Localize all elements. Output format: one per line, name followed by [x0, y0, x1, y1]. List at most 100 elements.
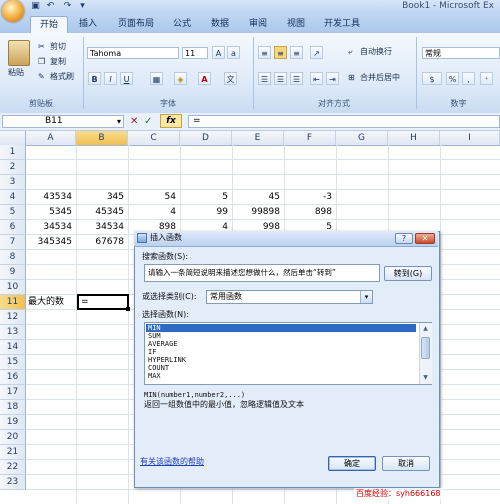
row-header-23[interactable]: 23 — [0, 475, 26, 490]
cell-e5[interactable]: 99898 — [232, 205, 284, 220]
format-painter-button[interactable]: 格式刷 — [50, 71, 74, 83]
customize-qat-icon[interactable]: ▾ — [77, 1, 88, 12]
cancel-formula-icon[interactable]: ✕ — [130, 115, 138, 128]
cell-e4[interactable]: 45 — [232, 190, 284, 205]
row-header-14[interactable]: 14 — [0, 340, 26, 355]
function-list-item[interactable]: MAX — [146, 372, 416, 380]
row-header-2[interactable]: 2 — [0, 160, 26, 175]
tab-home[interactable]: 开始 — [30, 16, 68, 33]
function-list-item[interactable]: HYPERLINK — [146, 356, 416, 364]
row-header-8[interactable]: 8 — [0, 250, 26, 265]
row-header-3[interactable]: 3 — [0, 175, 26, 190]
cell-b5[interactable]: 45345 — [76, 205, 128, 220]
row-header-21[interactable]: 21 — [0, 445, 26, 460]
percent-button[interactable]: % — [446, 72, 459, 85]
save-icon[interactable]: ▣ — [30, 1, 41, 12]
column-header-a[interactable]: A — [26, 131, 76, 145]
scroll-up-icon[interactable]: ▲ — [421, 325, 430, 333]
orientation-icon[interactable]: ↗ — [310, 46, 323, 59]
fill-color-icon[interactable]: ◈ — [174, 72, 187, 85]
row-header-13[interactable]: 13 — [0, 325, 26, 340]
function-list-item[interactable]: IF — [146, 348, 416, 356]
row-header-12[interactable]: 12 — [0, 310, 26, 325]
cell-d5[interactable]: 99 — [180, 205, 232, 220]
font-name-select[interactable]: Tahoma — [87, 47, 179, 59]
wrap-text-button[interactable]: 自动换行 — [360, 46, 392, 58]
row-header-6[interactable]: 6 — [0, 220, 26, 235]
paste-button[interactable]: 粘贴 — [8, 67, 24, 79]
row-header-11[interactable]: 11 — [0, 295, 26, 310]
number-format-select[interactable]: 常规 — [422, 47, 500, 59]
chevron-down-icon[interactable]: ▾ — [117, 116, 121, 127]
formula-input[interactable]: = — [188, 115, 500, 128]
align-center-icon[interactable]: ☰ — [274, 72, 287, 85]
cell-b7[interactable]: 67678 — [76, 235, 128, 250]
tab-page-layout[interactable]: 页面布局 — [110, 16, 162, 32]
merge-center-icon[interactable]: ⊞ — [348, 72, 355, 84]
column-header-i[interactable]: I — [440, 131, 500, 145]
tab-view[interactable]: 视图 — [280, 16, 312, 32]
cell-a6[interactable]: 34534 — [26, 220, 76, 235]
underline-button[interactable]: U — [120, 72, 133, 85]
tab-data[interactable]: 数据 — [204, 16, 236, 32]
phonetic-icon[interactable]: 文 — [224, 72, 237, 85]
decrease-indent-icon[interactable]: ⇤ — [310, 72, 323, 85]
row-header-22[interactable]: 22 — [0, 460, 26, 475]
cell-c5[interactable]: 4 — [128, 205, 180, 220]
fill-handle[interactable] — [126, 307, 130, 311]
enter-formula-icon[interactable]: ✓ — [144, 115, 152, 128]
function-list-item[interactable]: SUM — [146, 332, 416, 340]
function-list-item[interactable]: AVERAGE — [146, 340, 416, 348]
copy-button[interactable]: 复制 — [50, 56, 66, 68]
font-size-select[interactable]: 11 — [182, 47, 208, 59]
align-middle-icon[interactable]: ≡ — [274, 46, 287, 59]
name-box[interactable]: B11 ▾ — [2, 115, 124, 128]
redo-icon[interactable]: ↷ — [62, 1, 73, 12]
help-icon[interactable]: ? — [395, 233, 413, 244]
format-painter-icon[interactable]: ✎ — [38, 71, 45, 83]
align-right-icon[interactable]: ☰ — [290, 72, 303, 85]
row-header-10[interactable]: 10 — [0, 280, 26, 295]
row-header-16[interactable]: 16 — [0, 370, 26, 385]
row-header-20[interactable]: 20 — [0, 430, 26, 445]
cell-d4[interactable]: 5 — [180, 190, 232, 205]
align-bottom-icon[interactable]: ≡ — [290, 46, 303, 59]
currency-icon[interactable]: $ — [422, 72, 442, 85]
column-header-d[interactable]: D — [180, 131, 232, 145]
row-header-18[interactable]: 18 — [0, 400, 26, 415]
shrink-font-icon[interactable]: a — [227, 46, 240, 59]
search-function-input[interactable]: 请输入一条简短说明来描述您想做什么，然后单击“转到” — [144, 264, 380, 282]
function-list-item[interactable]: COUNT — [146, 364, 416, 372]
row-header-5[interactable]: 5 — [0, 205, 26, 220]
cell-a7[interactable]: 345345 — [26, 235, 76, 250]
function-help-link[interactable]: 有关该函数的帮助 — [140, 456, 204, 468]
cell-c4[interactable]: 54 — [128, 190, 180, 205]
cut-button[interactable]: 剪切 — [50, 41, 66, 53]
function-list-item-min[interactable]: MIN — [146, 324, 416, 332]
row-header-15[interactable]: 15 — [0, 355, 26, 370]
column-header-f[interactable]: F — [284, 131, 336, 145]
cell-b4[interactable]: 345 — [76, 190, 128, 205]
column-header-g[interactable]: G — [336, 131, 388, 145]
function-list-scrollbar[interactable]: ▲ ▼ — [419, 323, 432, 384]
row-header-1[interactable]: 1 — [0, 145, 26, 160]
italic-button[interactable]: I — [104, 72, 117, 85]
row-header-19[interactable]: 19 — [0, 415, 26, 430]
grow-font-icon[interactable]: A — [212, 46, 225, 59]
cut-icon[interactable]: ✂ — [38, 41, 45, 53]
cell-b11-active[interactable]: = — [77, 294, 129, 310]
increase-decimal-icon[interactable]: ⁺ — [480, 72, 493, 85]
column-header-c[interactable]: C — [128, 131, 180, 145]
select-all-corner[interactable] — [0, 131, 26, 145]
cell-f5[interactable]: 898 — [284, 205, 336, 220]
column-header-h[interactable]: H — [388, 131, 440, 145]
tab-insert[interactable]: 插入 — [72, 16, 104, 32]
increase-indent-icon[interactable]: ⇥ — [326, 72, 339, 85]
align-top-icon[interactable]: ≡ — [258, 46, 271, 59]
insert-function-button[interactable]: fx — [160, 114, 182, 128]
close-icon[interactable]: ✕ — [415, 233, 435, 244]
merge-center-button[interactable]: 合并后居中 — [360, 72, 400, 84]
cancel-button[interactable]: 取消 — [382, 456, 430, 471]
scroll-thumb[interactable] — [421, 337, 430, 359]
ok-button[interactable]: 确定 — [328, 456, 376, 471]
